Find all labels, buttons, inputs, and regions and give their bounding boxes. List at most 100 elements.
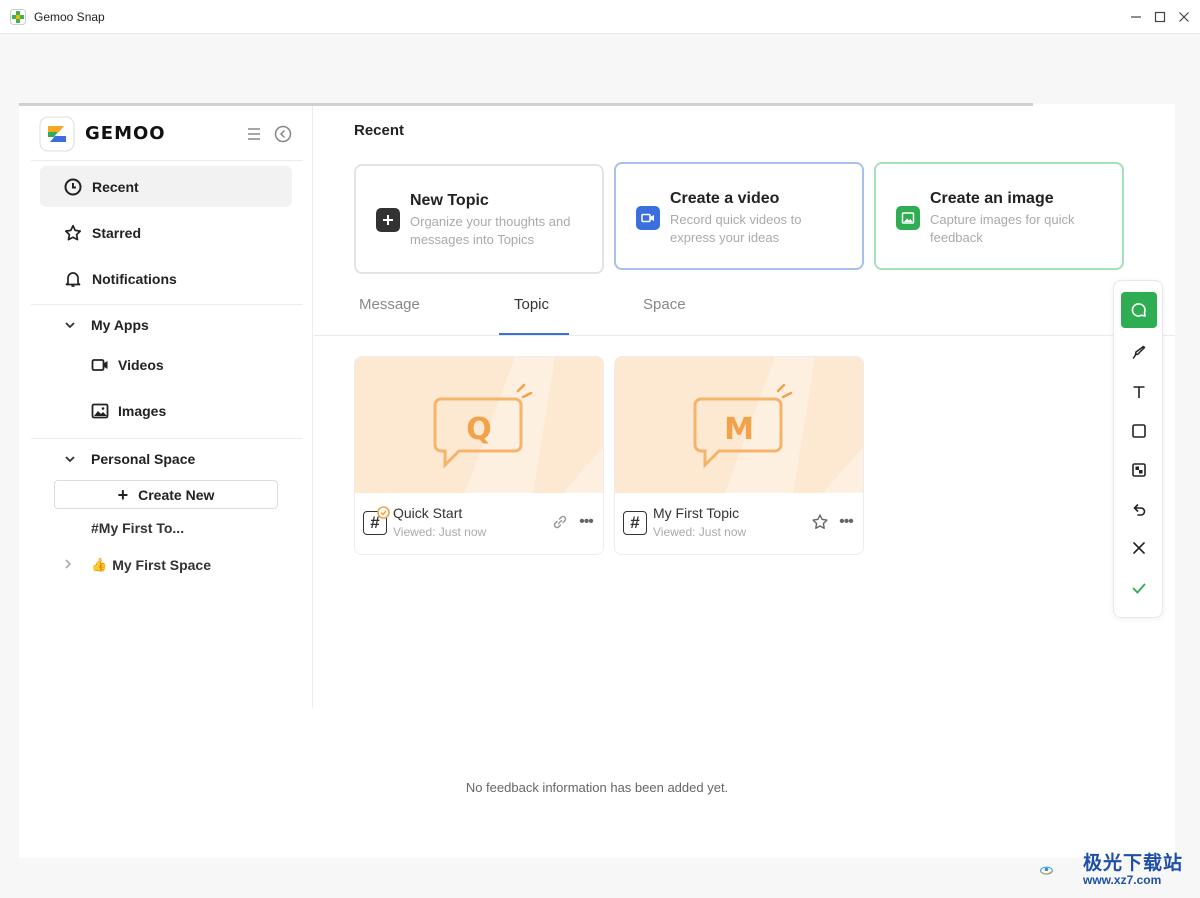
watermark-logo-icon <box>1040 866 1053 875</box>
collapse-sidebar-icon[interactable] <box>274 125 292 143</box>
bell-icon <box>64 270 82 288</box>
sidebar-item-space[interactable]: 👍 My First Space <box>63 554 211 576</box>
topic-card-quick-start[interactable]: Q # Quick Start Viewed: Just now ••• <box>354 356 604 555</box>
pen-tool-button[interactable] <box>1121 334 1157 370</box>
topic-name: Quick Start <box>393 505 463 521</box>
new-topic-card[interactable]: New Topic Organize your thoughts and mes… <box>354 164 604 274</box>
mosaic-tool-button[interactable] <box>1121 452 1157 488</box>
topic-footer: # My First Topic Viewed: Just now ••• <box>615 493 863 554</box>
my-apps-header[interactable]: My Apps <box>63 313 149 337</box>
mosaic-icon <box>1132 463 1146 477</box>
card-description: Record quick videos to express your idea… <box>670 212 802 245</box>
watermark-url: www.xz7.com <box>1083 873 1162 887</box>
sidebar-item-starred[interactable]: Starred <box>40 212 292 253</box>
topic-cover-illustration: Q <box>355 357 603 493</box>
close-window-button[interactable] <box>1175 8 1193 26</box>
image-icon <box>896 206 920 230</box>
sidebar-item-videos[interactable]: Videos <box>91 350 164 380</box>
undo-button[interactable] <box>1121 491 1157 527</box>
sidebar-item-label: Videos <box>118 357 164 373</box>
menu-icon[interactable] <box>245 125 263 143</box>
image-icon <box>91 402 109 420</box>
topic-cover: M <box>615 357 863 493</box>
card-description: Capture images for quick feedback <box>930 212 1075 245</box>
window-title: Gemoo Snap <box>34 10 105 24</box>
text-tool-button[interactable] <box>1121 374 1157 410</box>
sidebar-item-notifications[interactable]: Notifications <box>40 258 292 299</box>
maximize-button[interactable] <box>1151 8 1169 26</box>
card-title: New Topic <box>410 192 489 209</box>
topic-card-my-first-topic[interactable]: M # My First Topic Viewed: Just now ••• <box>614 356 864 555</box>
link-icon[interactable] <box>551 513 569 531</box>
comment-icon <box>1131 303 1146 317</box>
plus-icon <box>376 208 400 232</box>
create-video-card[interactable]: Create a video Record quick videos to ex… <box>614 162 864 270</box>
star-icon <box>64 224 82 242</box>
close-icon <box>1179 12 1189 22</box>
sidebar-item-recent[interactable]: Recent <box>40 166 292 207</box>
topic-viewed: Viewed: Just now <box>653 525 747 539</box>
minimize-button[interactable] <box>1127 8 1145 26</box>
minimize-icon <box>1131 16 1141 18</box>
text-icon <box>1133 386 1145 398</box>
card-title: Create an image <box>930 190 1054 207</box>
logo-text: GEMOO <box>85 123 166 144</box>
my-apps-label: My Apps <box>91 317 149 333</box>
create-image-card[interactable]: Create an image Capture images for quick… <box>874 162 1124 270</box>
tab-message[interactable]: Message <box>359 296 420 313</box>
sidebar-item-topic[interactable]: #My First To... <box>91 520 184 536</box>
sidebar-item-label: Images <box>118 403 167 419</box>
rectangle-tool-button[interactable] <box>1121 413 1157 449</box>
tab-topic[interactable]: Topic <box>514 296 549 313</box>
create-new-button[interactable]: + Create New <box>54 480 278 509</box>
divider <box>31 304 303 305</box>
topic-cover: Q <box>355 357 603 493</box>
hash-icon: # <box>623 511 647 535</box>
maximize-icon <box>1154 11 1166 23</box>
cancel-button[interactable] <box>1121 530 1157 566</box>
app-container: GEMOO Recent Starred Notifications My Ap… <box>19 104 1175 858</box>
more-options-icon[interactable]: ••• <box>577 513 595 531</box>
tab-bar: Message Topic Space <box>314 284 1175 336</box>
video-icon <box>636 206 660 230</box>
annotation-toolbar <box>1113 280 1163 618</box>
star-icon[interactable] <box>811 513 829 531</box>
confirm-button[interactable] <box>1121 570 1157 606</box>
topic-cover-illustration: M <box>615 357 863 493</box>
feedback-panel: No feedback information has been added y… <box>19 708 1175 858</box>
card-description: Organize your thoughts and messages into… <box>410 214 571 247</box>
sidebar-item-images[interactable]: Images <box>91 396 166 426</box>
tab-space[interactable]: Space <box>643 296 686 313</box>
topic-viewed: Viewed: Just now <box>393 525 487 539</box>
more-options-icon[interactable]: ••• <box>837 513 855 531</box>
thumbs-up-icon: 👍 <box>91 557 108 572</box>
sidebar-item-label: Recent <box>92 178 139 195</box>
plus-icon: + <box>117 484 129 505</box>
gemoo-logo-icon <box>39 116 75 152</box>
topic-name: My First Topic <box>653 505 740 521</box>
gemoo-app-icon <box>10 9 26 25</box>
divider <box>31 438 303 439</box>
main-content: Recent New Topic Organize your thoughts … <box>314 104 1175 708</box>
personal-space-header[interactable]: Personal Space <box>63 447 195 471</box>
active-tab-indicator <box>499 333 569 335</box>
sidebar-item-label: Notifications <box>92 270 177 287</box>
topic-letter: M <box>724 412 754 447</box>
comment-tool-button[interactable] <box>1121 292 1157 328</box>
personal-space-label: Personal Space <box>91 451 196 467</box>
sidebar: GEMOO Recent Starred Notifications My Ap… <box>19 104 313 708</box>
watermark-text: 极光下载站 <box>1083 852 1184 874</box>
window-titlebar: Gemoo Snap <box>0 0 1200 34</box>
sidebar-item-label: Starred <box>92 224 142 241</box>
topic-letter: Q <box>466 412 492 447</box>
undo-icon <box>1133 504 1146 516</box>
chevron-right-icon[interactable] <box>63 558 77 573</box>
check-icon <box>1132 583 1146 594</box>
pinned-badge-icon <box>377 506 390 519</box>
rectangle-icon <box>1132 424 1146 438</box>
empty-feedback-text: No feedback information has been added y… <box>465 780 729 795</box>
chevron-down-icon <box>63 452 77 466</box>
video-icon <box>91 356 109 374</box>
loading-bar <box>19 103 1033 106</box>
page-title: Recent <box>354 122 405 139</box>
